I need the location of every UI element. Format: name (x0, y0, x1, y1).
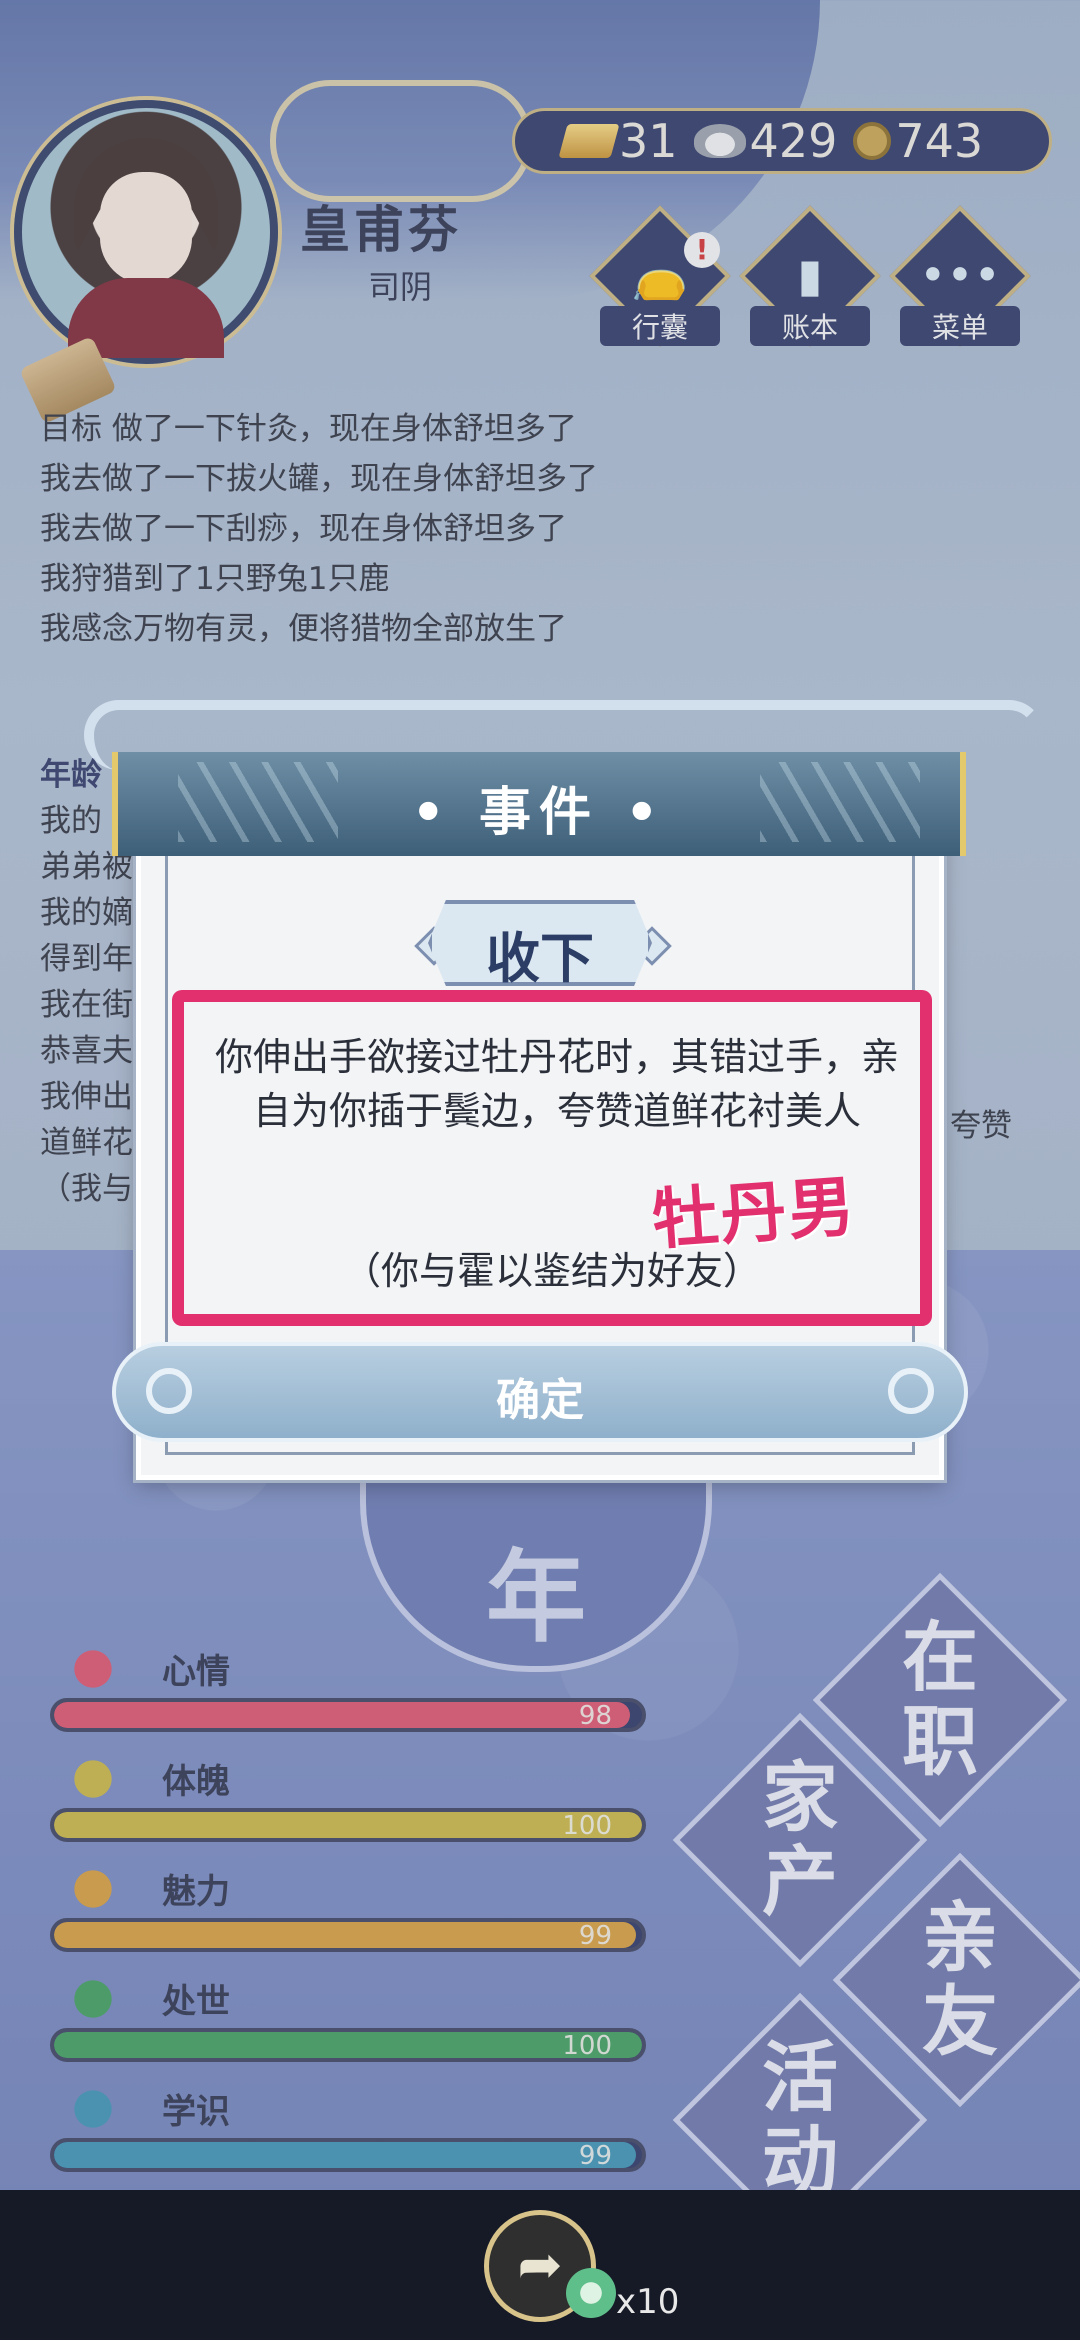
confirm-label: 确定 (496, 1375, 584, 1426)
confirm-button[interactable]: 确定 (112, 1342, 968, 1442)
dialog-header: • 事件 • (112, 752, 966, 856)
reward-multiplier: x10 (616, 2282, 680, 2322)
event-message: 你伸出手欲接过牡丹花时，其错过手，亲自为你插于鬓边，夸赞道鲜花衬美人 (214, 1035, 899, 1133)
dialog-title: • 事件 • (411, 783, 667, 843)
handwritten-annotation: 牡丹男 (649, 1166, 859, 1260)
jade-coin-icon (566, 2268, 616, 2318)
accept-button[interactable]: 收下 (428, 900, 652, 986)
accept-label: 收下 (486, 927, 594, 990)
